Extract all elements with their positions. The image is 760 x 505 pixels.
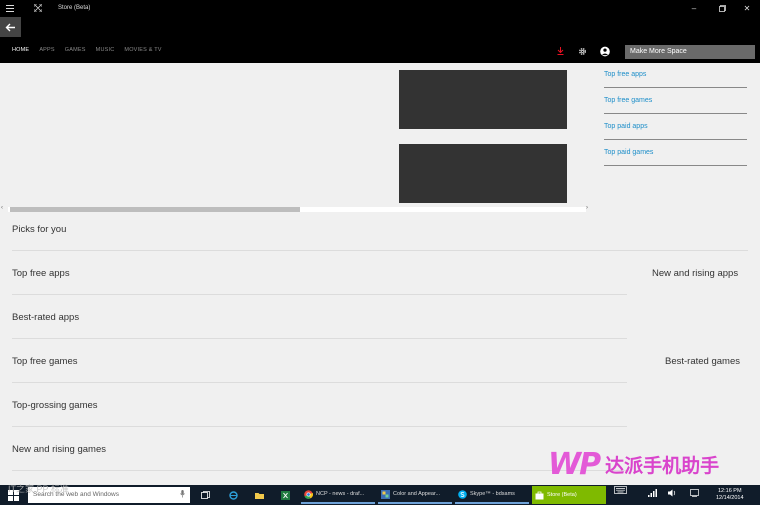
watermark-left-text: IT之家 PP 标准 [8, 484, 69, 494]
watermark-text: 达派手机助手 [605, 455, 720, 477]
clock-date: 12/14/2014 [716, 495, 744, 501]
taskbar-app-label: NCP - news - draf... [316, 491, 365, 497]
section-top-free-apps[interactable]: Top free apps [12, 268, 70, 279]
taskbar-app-chrome[interactable]: NCP - news - draf... [301, 486, 375, 504]
taskbar-app-store[interactable]: Store (Beta) [532, 486, 606, 504]
close-button[interactable]: ✕ [741, 3, 753, 14]
settings-gear-icon[interactable] [577, 46, 587, 56]
tab-apps[interactable]: APPS [39, 47, 54, 53]
section-picks-for-you[interactable]: Picks for you [12, 224, 66, 235]
featured-tile-1[interactable] [399, 70, 567, 129]
taskbar-app-label: Color and Appear... [393, 491, 441, 497]
tab-games[interactable]: GAMES [65, 47, 86, 53]
skype-icon [458, 489, 467, 499]
featured-tile-2[interactable] [399, 144, 567, 203]
fullscreen-icon[interactable] [33, 3, 43, 13]
hamburger-menu-icon[interactable] [5, 3, 15, 13]
minimize-button[interactable]: – [688, 3, 700, 14]
file-explorer-icon[interactable] [252, 486, 267, 504]
divider [12, 294, 627, 295]
excel-icon[interactable] [278, 486, 293, 504]
ie-browser-icon[interactable] [226, 486, 241, 504]
section-best-rated-games[interactable]: Best-rated games [665, 356, 740, 367]
divider [12, 470, 627, 471]
store-nav-bar: HOME APPS GAMES MUSIC MOVIES & TV Make M… [0, 17, 760, 63]
section-best-rated-apps[interactable]: Best-rated apps [12, 312, 79, 323]
back-arrow-icon [5, 23, 15, 31]
account-avatar-icon[interactable] [600, 46, 610, 56]
chrome-icon [304, 489, 313, 499]
tab-music[interactable]: MUSIC [96, 47, 115, 53]
divider [12, 250, 748, 251]
taskbar-app-skype[interactable]: Skype™ - bdsams [455, 486, 529, 504]
side-link-top-free-apps[interactable]: Top free apps [604, 71, 747, 88]
microphone-icon[interactable] [180, 490, 185, 500]
title-bar: Store (Beta) – ✕ [0, 0, 760, 17]
scroll-right-icon[interactable]: › [586, 205, 588, 211]
action-center-icon[interactable] [690, 489, 699, 499]
network-icon[interactable] [648, 489, 657, 499]
back-button[interactable] [0, 17, 21, 37]
system-clock[interactable]: 12:16 PM 12/14/2014 [716, 488, 744, 502]
control-panel-icon [381, 489, 390, 499]
taskbar-app-color-appearance[interactable]: Color and Appear... [378, 486, 452, 504]
taskbar-app-label: Store (Beta) [547, 492, 577, 498]
side-link-top-paid-games[interactable]: Top paid games [604, 149, 747, 166]
store-icon [535, 491, 544, 499]
nav-tabs: HOME APPS GAMES MUSIC MOVIES & TV [12, 47, 162, 53]
section-new-and-rising-games[interactable]: New and rising games [12, 444, 106, 455]
divider [12, 338, 627, 339]
side-link-top-paid-apps[interactable]: Top paid apps [604, 123, 747, 140]
scrollbar-thumb[interactable] [10, 207, 300, 212]
taskbar: Search the web and Windows NCP - news - … [0, 485, 760, 505]
tab-home[interactable]: HOME [12, 47, 29, 53]
volume-icon[interactable] [668, 489, 677, 499]
section-top-free-games[interactable]: Top free games [12, 356, 77, 367]
store-search-input[interactable]: Make More Space [625, 45, 755, 59]
keyboard-icon[interactable] [614, 486, 627, 496]
section-top-grossing-games[interactable]: Top-grossing games [12, 400, 98, 411]
watermark-logo: WP [548, 447, 601, 482]
divider [12, 426, 627, 427]
restore-button[interactable] [716, 3, 728, 14]
section-new-and-rising-apps[interactable]: New and rising apps [652, 268, 738, 279]
divider [12, 382, 627, 383]
side-link-top-free-games[interactable]: Top free games [604, 97, 747, 114]
watermark: WP 达派手机助手 [548, 447, 719, 482]
horizontal-scrollbar[interactable]: ‹ › [0, 205, 592, 212]
store-home-content: Top free apps Top free games Top paid ap… [0, 63, 760, 485]
clock-time: 12:16 PM [717, 488, 742, 494]
download-icon[interactable] [555, 46, 565, 56]
task-view-icon[interactable] [198, 486, 213, 504]
tab-movies-tv[interactable]: MOVIES & TV [124, 47, 161, 53]
taskbar-app-label: Skype™ - bdsams [470, 491, 515, 497]
window-title: Store (Beta) [58, 5, 91, 11]
scroll-left-icon[interactable]: ‹ [1, 205, 3, 211]
